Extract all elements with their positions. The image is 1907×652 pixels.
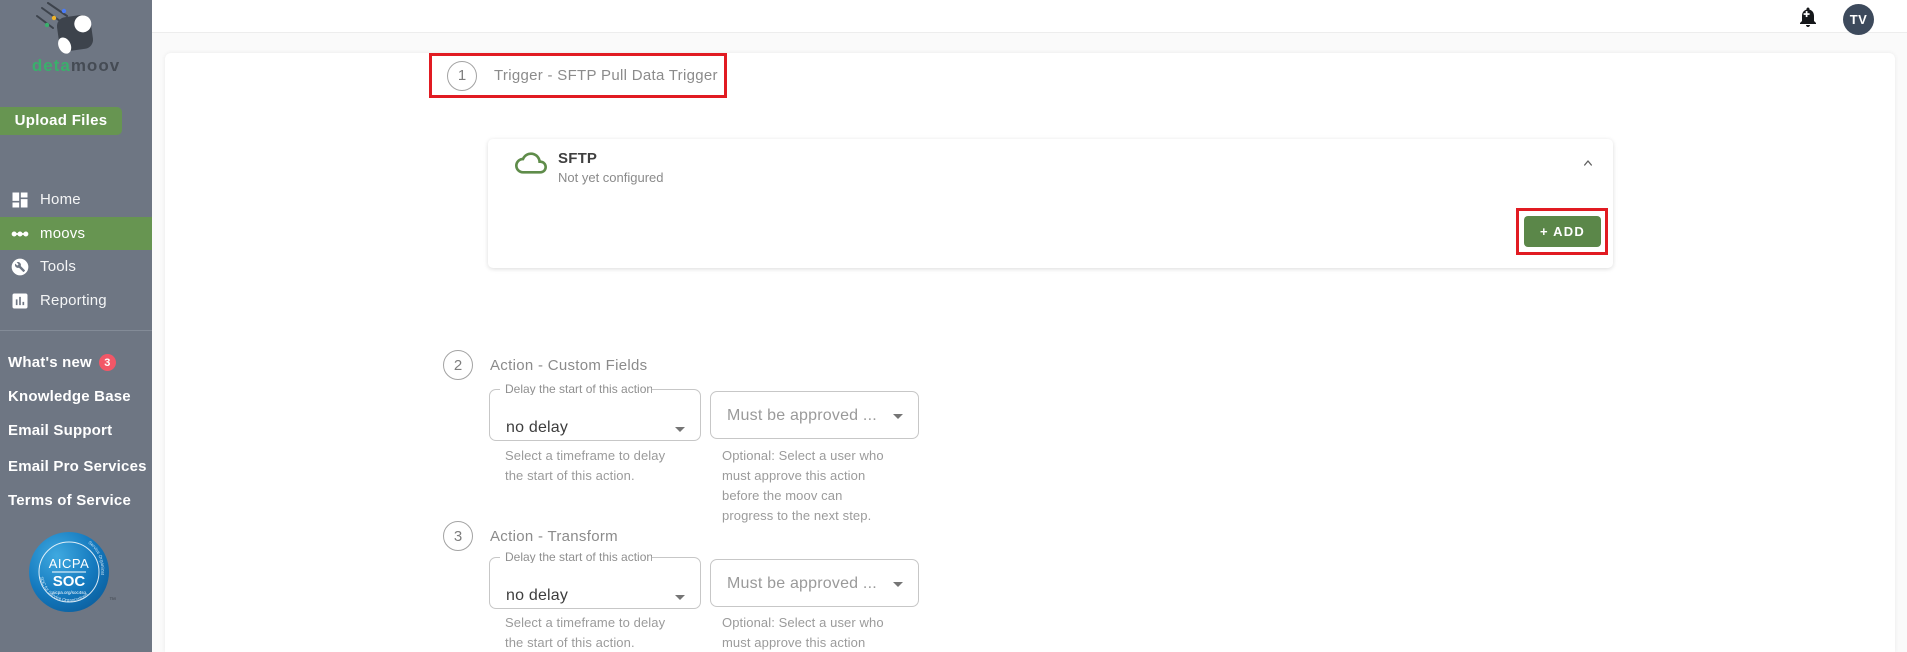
brand-name: detamoov bbox=[0, 56, 152, 76]
soc-trademark: ™ bbox=[109, 597, 116, 604]
link-label: What's new bbox=[8, 354, 92, 371]
approver-select-value: Must be approved ... bbox=[727, 407, 877, 424]
delay-select-label: Delay the start of this action bbox=[505, 551, 652, 563]
step-title: Action - Custom Fields bbox=[490, 356, 648, 374]
sidebar-item-label: Home bbox=[40, 191, 81, 208]
step-2-heading: 2 Action - Custom Fields bbox=[443, 350, 647, 380]
delay-helper-text: Select a timeframe to delay the start of… bbox=[505, 448, 666, 483]
soc-badge-url: aicpa.org/soc4so bbox=[52, 590, 87, 595]
chevron-down-icon bbox=[675, 595, 685, 600]
topbar bbox=[152, 0, 1907, 33]
sidebar-item-home[interactable]: Home bbox=[0, 183, 152, 216]
chevron-down-icon bbox=[893, 582, 903, 587]
delay-select-value: no delay bbox=[506, 419, 569, 436]
bar-chart-icon bbox=[12, 293, 28, 308]
link-label: Knowledge Base bbox=[8, 388, 131, 405]
notification-bell-icon[interactable] bbox=[1796, 5, 1820, 29]
avatar[interactable]: TV bbox=[1843, 4, 1874, 35]
sidebar-item-moovs[interactable]: moovs bbox=[0, 217, 152, 250]
dashboard-icon bbox=[12, 192, 28, 207]
approver-select[interactable]: Must be approved ... bbox=[710, 559, 919, 607]
delay-select-label: Delay the start of this action bbox=[505, 383, 652, 395]
step-number: 2 bbox=[443, 350, 473, 380]
link-knowledge-base[interactable]: Knowledge Base bbox=[8, 388, 131, 405]
link-label: Terms of Service bbox=[8, 492, 131, 509]
aicpa-soc-badge: AICPA SOC aicpa.org/soc4so SOC for Servi… bbox=[28, 531, 109, 612]
step-3-heading: 3 Action - Transform bbox=[443, 521, 618, 551]
sidebar: detamoov Upload Files Home moovs Tools R… bbox=[0, 0, 152, 652]
add-button-annotation bbox=[1516, 208, 1608, 255]
delay-select[interactable]: Delay the start of this action no delay bbox=[489, 551, 701, 609]
chevron-down-icon bbox=[893, 414, 903, 419]
delay-helper-text: Select a timeframe to delay the start of… bbox=[505, 615, 666, 650]
sidebar-divider bbox=[0, 330, 152, 331]
trigger-card-title: SFTP bbox=[558, 150, 598, 167]
sidebar-item-tools[interactable]: Tools bbox=[0, 250, 152, 283]
sidebar-item-label: Reporting bbox=[40, 292, 107, 309]
cloud-icon bbox=[515, 152, 547, 174]
upload-files-button[interactable]: Upload Files bbox=[0, 107, 122, 135]
link-label: Email Pro Services bbox=[8, 458, 147, 475]
link-terms-of-service[interactable]: Terms of Service bbox=[8, 492, 131, 509]
step-title: Trigger - SFTP Pull Data Trigger bbox=[494, 67, 718, 84]
sidebar-item-label: Tools bbox=[40, 258, 77, 275]
sidebar-item-reporting[interactable]: Reporting bbox=[0, 284, 152, 317]
whats-new-badge: 3 bbox=[98, 354, 116, 371]
trigger-card-subtitle: Not yet configured bbox=[558, 170, 664, 185]
step-number: 3 bbox=[443, 521, 473, 551]
link-email-support[interactable]: Email Support bbox=[8, 422, 112, 439]
chevron-up-icon[interactable] bbox=[1580, 155, 1596, 171]
wrench-icon bbox=[11, 258, 29, 275]
moovs-icon bbox=[11, 231, 29, 236]
step-1-annotation: 1 Trigger - SFTP Pull Data Trigger bbox=[429, 53, 727, 98]
brand-name-secondary: moov bbox=[70, 56, 121, 75]
soc-badge-line2: SOC bbox=[53, 573, 86, 590]
link-label: Email Support bbox=[8, 422, 113, 439]
approver-helper-text: Optional: Select a user who must approve… bbox=[722, 448, 884, 523]
link-whats-new[interactable]: What's new 3 bbox=[8, 354, 116, 371]
delay-select[interactable]: Delay the start of this action no delay bbox=[489, 383, 701, 441]
approver-select-value: Must be approved ... bbox=[727, 575, 877, 592]
rocket-logo-icon bbox=[36, 2, 94, 54]
link-email-pro-services[interactable]: Email Pro Services bbox=[8, 458, 147, 475]
approver-helper-text: Optional: Select a user who must approve… bbox=[722, 615, 884, 650]
delay-select-value: no delay bbox=[506, 587, 569, 604]
sidebar-item-label: moovs bbox=[40, 225, 86, 242]
trigger-card: SFTP Not yet configured + ADD bbox=[488, 139, 1613, 268]
brand-name-primary: deta bbox=[31, 56, 71, 75]
approver-select[interactable]: Must be approved ... bbox=[710, 391, 919, 439]
step-title: Action - Transform bbox=[490, 527, 618, 545]
chevron-down-icon bbox=[675, 427, 685, 432]
step-number: 1 bbox=[447, 60, 477, 91]
soc-badge-line1: AICPA bbox=[49, 556, 90, 571]
